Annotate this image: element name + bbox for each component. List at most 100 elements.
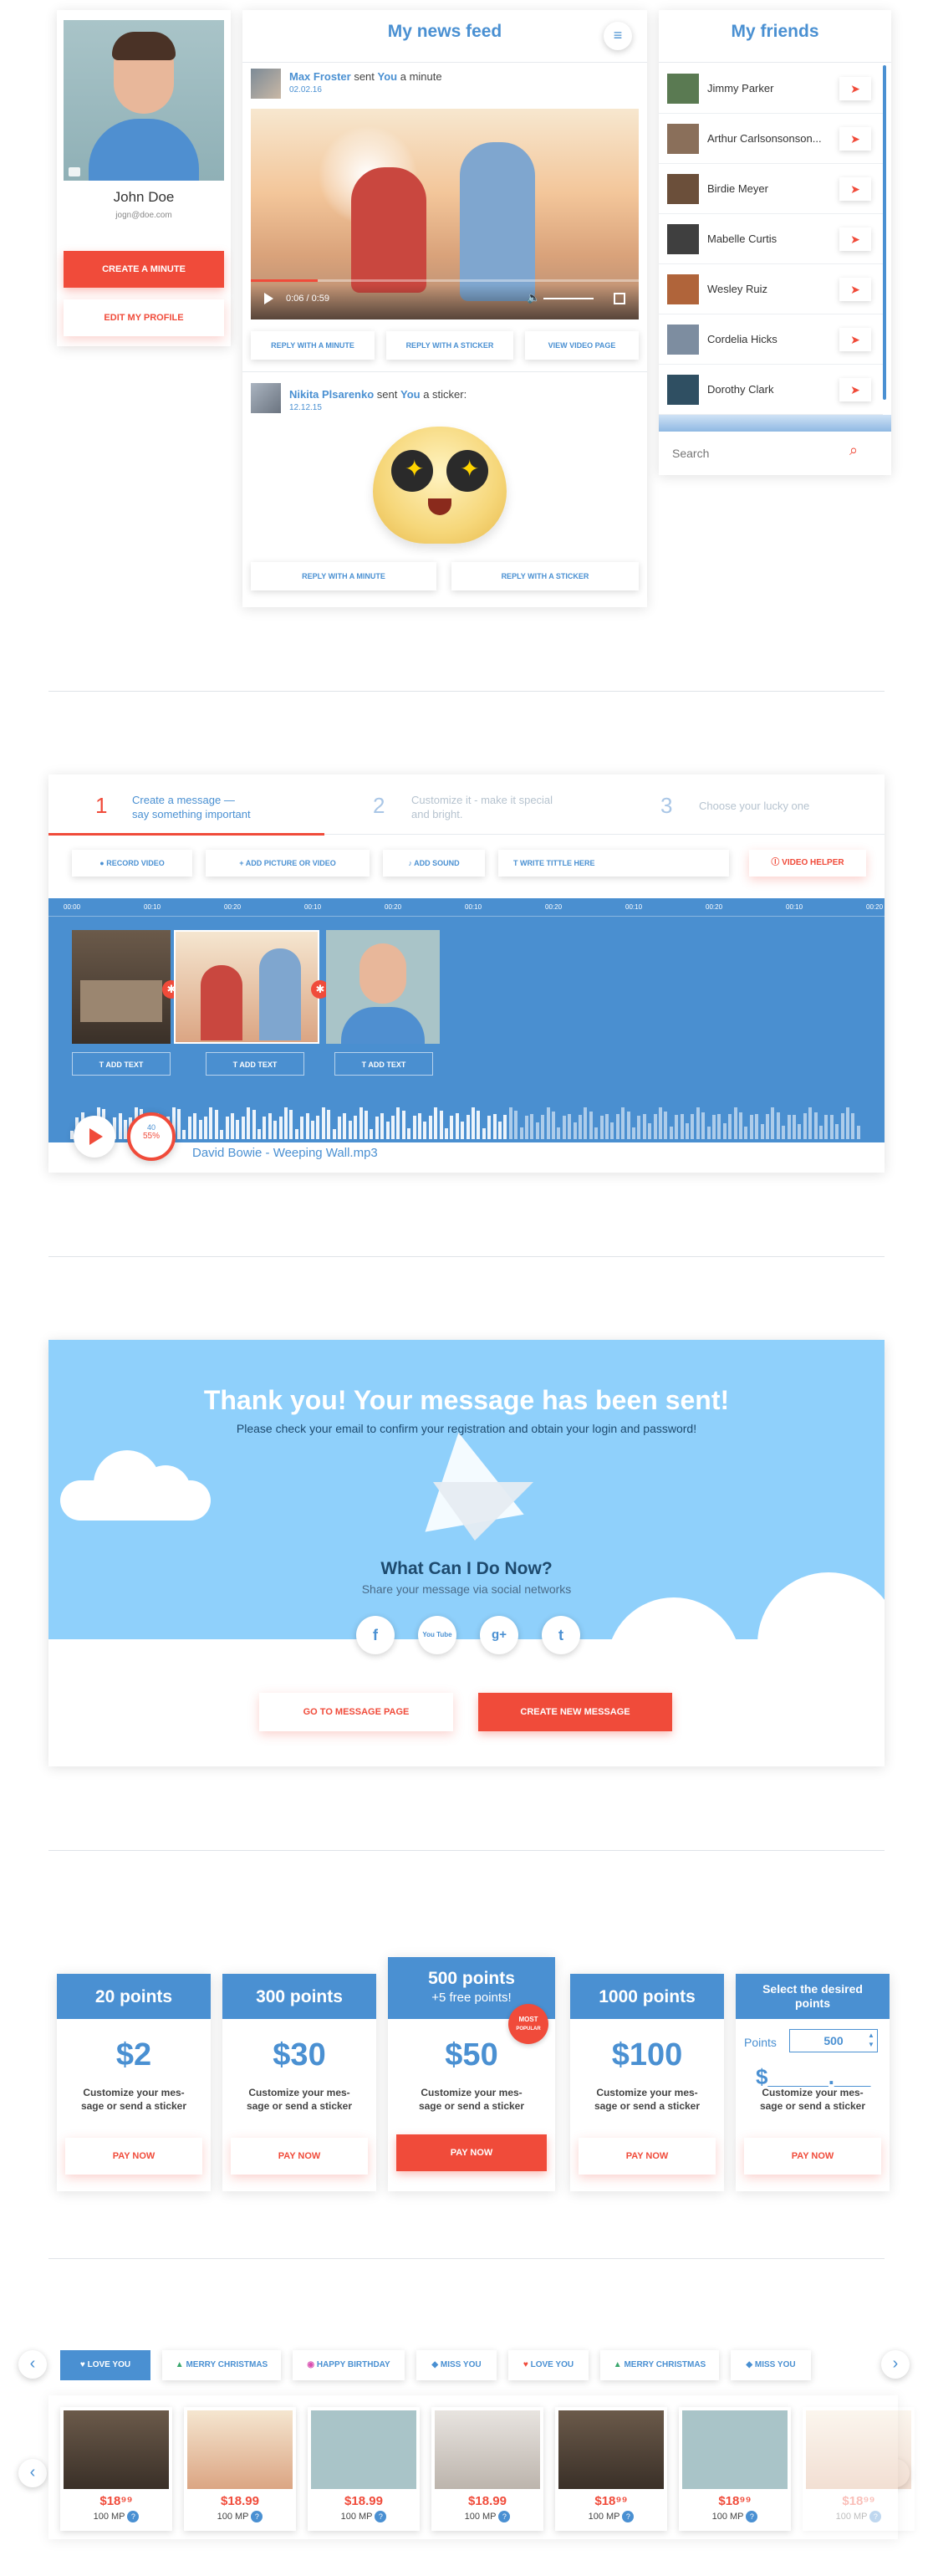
category-tab[interactable]: ◉ HAPPY BIRTHDAY — [293, 2350, 405, 2380]
view-video-button[interactable]: VIEW VIDEO PAGE — [525, 331, 639, 360]
points-input[interactable]: 500 — [789, 2029, 878, 2052]
post-author[interactable]: Nikita Plsarenko — [289, 388, 374, 401]
pay-now-button[interactable]: PAY NOW — [396, 2134, 547, 2171]
friends-scrollbar[interactable] — [883, 65, 886, 400]
friend-row[interactable]: Dorothy Clark ➤ — [659, 365, 883, 415]
timeline-tick: 00:10 — [144, 903, 161, 911]
info-icon[interactable]: ? — [869, 2511, 882, 2522]
category-tab[interactable]: ♥ LOVE YOU — [508, 2350, 589, 2380]
create-minute-button[interactable]: CREATE A MINUTE — [64, 251, 224, 288]
add-text-button[interactable]: T ADD TEXT — [72, 1052, 171, 1076]
video-player[interactable]: 0:06 / 0:59 🔈 — [251, 109, 639, 319]
info-icon[interactable]: ? — [251, 2511, 263, 2522]
shop-item[interactable]: $18.99 100 MP ? — [431, 2407, 543, 2531]
step-text: Create a message — say something importa… — [132, 794, 251, 820]
step-1[interactable]: 1 Create a message — say something impor… — [48, 774, 324, 835]
category-next-button[interactable]: › — [881, 2350, 910, 2379]
post-avatar[interactable] — [251, 69, 281, 99]
fullscreen-icon[interactable] — [614, 293, 625, 304]
friends-search-input[interactable] — [672, 443, 848, 463]
pay-now-button[interactable]: PAY NOW — [579, 2138, 716, 2175]
twitter-icon[interactable]: t — [542, 1616, 580, 1654]
volume-icon[interactable]: 🔈 — [527, 291, 540, 304]
reply-sticker-button[interactable]: REPLY WITH A STICKER — [451, 562, 639, 590]
send-icon[interactable]: ➤ — [839, 328, 871, 351]
send-icon[interactable]: ➤ — [839, 177, 871, 201]
category-tab[interactable]: ◆ MISS YOU — [731, 2350, 811, 2380]
friend-row[interactable]: Mabelle Curtis ➤ — [659, 214, 883, 264]
category-tab[interactable]: ▲ MERRY CHRISTMAS — [162, 2350, 281, 2380]
category-tab[interactable]: ▲ MERRY CHRISTMAS — [600, 2350, 719, 2380]
send-icon[interactable]: ➤ — [839, 227, 871, 251]
reply-minute-button[interactable]: REPLY WITH A MINUTE — [251, 331, 375, 360]
reply-sticker-button[interactable]: REPLY WITH A STICKER — [386, 331, 513, 360]
waveform-bar — [214, 1109, 218, 1139]
pay-now-button[interactable]: PAY NOW — [744, 2138, 881, 2175]
shop-item[interactable]: $18⁹⁹ 100 MP ? — [679, 2407, 791, 2531]
add-sound-button[interactable]: ♪ ADD SOUND — [383, 850, 485, 877]
add-picture-button[interactable]: + ADD PICTURE OR VIDEO — [206, 850, 370, 877]
video-helper-button[interactable]: ⓘ VIDEO HELPER — [749, 850, 866, 877]
profile-avatar[interactable] — [64, 20, 224, 181]
shop-item[interactable]: $18⁹⁹ 100 MP ? — [803, 2407, 915, 2531]
post-author[interactable]: Max Froster — [289, 70, 351, 83]
clip-thumbnail[interactable] — [174, 930, 319, 1044]
shop-item[interactable]: $18⁹⁹ 100 MP ? — [60, 2407, 172, 2531]
pay-now-button[interactable]: PAY NOW — [65, 2138, 202, 2175]
play-icon[interactable] — [264, 293, 273, 304]
category-tab[interactable]: ♥ LOVE YOU — [60, 2350, 150, 2380]
points-stepper-icon[interactable]: ▲ ▼ — [868, 2031, 874, 2049]
shop-item[interactable]: $18⁹⁹ 100 MP ? — [555, 2407, 667, 2531]
facebook-icon[interactable]: f — [356, 1616, 395, 1654]
info-icon[interactable]: ? — [375, 2511, 387, 2522]
friend-row[interactable]: Birdie Meyer ➤ — [659, 164, 883, 214]
add-text-button[interactable]: T ADD TEXT — [206, 1052, 304, 1076]
reply-minute-button[interactable]: REPLY WITH A MINUTE — [251, 562, 436, 590]
friends-title: My friends — [731, 22, 819, 41]
info-icon[interactable]: ? — [498, 2511, 511, 2522]
send-icon[interactable]: ➤ — [839, 378, 871, 401]
friend-row[interactable]: Arthur Carlsonsonson... ➤ — [659, 114, 883, 164]
waveform-bar — [273, 1120, 278, 1139]
play-button[interactable] — [74, 1116, 115, 1158]
menu-button[interactable]: ≡ — [604, 22, 632, 50]
send-icon[interactable]: ➤ — [839, 278, 871, 301]
record-video-button[interactable]: ● RECORD VIDEO — [72, 850, 192, 877]
step-3[interactable]: 3 Choose your lucky one — [609, 774, 885, 835]
items-prev-button[interactable]: ‹ — [18, 2459, 47, 2487]
waveform-bar — [557, 1127, 561, 1139]
go-to-message-button[interactable]: GO TO MESSAGE PAGE — [259, 1693, 453, 1731]
pay-now-button[interactable]: PAY NOW — [231, 2138, 368, 2175]
shop-item[interactable]: $18.99 100 MP ? — [184, 2407, 296, 2531]
category-prev-button[interactable]: ‹ — [18, 2350, 47, 2379]
write-title-input[interactable]: T WRITE TITTLE HERE — [498, 850, 729, 877]
friend-row[interactable]: Cordelia Hicks ➤ — [659, 314, 883, 365]
add-text-button[interactable]: T ADD TEXT — [334, 1052, 433, 1076]
search-icon[interactable]: ⌕ — [849, 442, 871, 463]
timeline[interactable]: 00:00 00:10 00:20 00:10 00:20 00:10 00:20 00:10… — [48, 898, 885, 1142]
shop-item[interactable]: $18.99 100 MP ? — [308, 2407, 420, 2531]
clip-thumbnail[interactable] — [326, 930, 440, 1044]
send-icon[interactable]: ➤ — [839, 127, 871, 151]
clip-thumbnail[interactable] — [72, 930, 171, 1044]
youtube-icon[interactable]: You Tube — [418, 1616, 456, 1654]
post-avatar[interactable] — [251, 383, 281, 413]
info-icon[interactable]: ? — [746, 2511, 758, 2522]
volume-slider[interactable] — [543, 298, 594, 299]
video-progress[interactable] — [251, 279, 639, 282]
waveform-bar — [755, 1114, 759, 1139]
info-icon[interactable]: ? — [127, 2511, 140, 2522]
step-2[interactable]: 2 Customize it - make it special and bri… — [324, 774, 609, 835]
friend-row[interactable]: Wesley Ruiz ➤ — [659, 264, 883, 314]
google-plus-icon[interactable]: g+ — [480, 1616, 518, 1654]
create-new-message-button[interactable]: CREATE NEW MESSAGE — [478, 1693, 672, 1731]
camera-icon[interactable] — [69, 167, 80, 176]
waveform-bar — [268, 1112, 272, 1139]
waveform-bar — [450, 1116, 454, 1139]
friend-row[interactable]: Jimmy Parker ➤ — [659, 64, 883, 114]
send-icon[interactable]: ➤ — [839, 77, 871, 100]
info-icon[interactable]: ? — [622, 2511, 635, 2522]
waveform-bar — [236, 1120, 240, 1139]
edit-profile-button[interactable]: EDIT MY PROFILE — [64, 299, 224, 336]
category-tab[interactable]: ◆ MISS YOU — [416, 2350, 497, 2380]
